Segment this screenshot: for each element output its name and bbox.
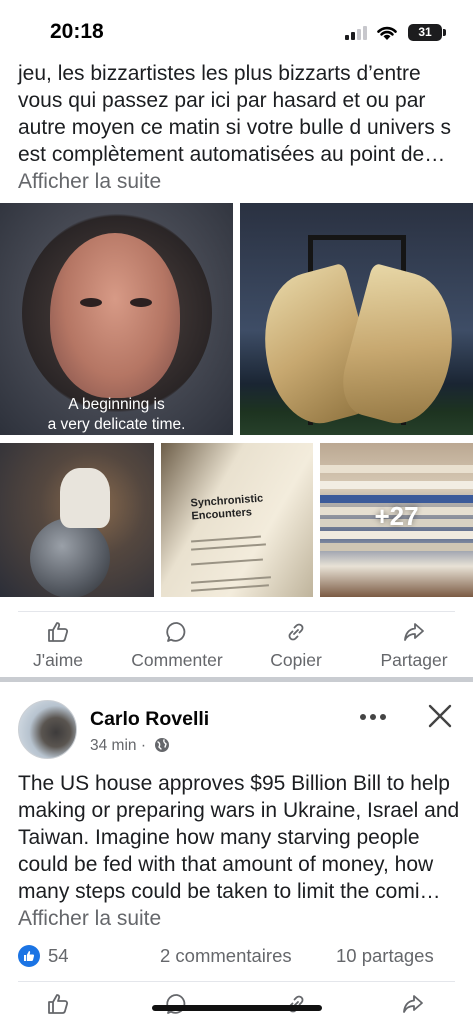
book-spine xyxy=(320,531,473,539)
face-shape xyxy=(50,233,180,398)
post-text-content: jeu, les bizzartistes les plus bizzarts … xyxy=(18,62,452,166)
comment-bubble-icon[interactable] xyxy=(165,992,189,1016)
copy-label: Copier xyxy=(270,650,322,670)
like-label: J'aime xyxy=(32,650,84,670)
meta-separator: · xyxy=(140,737,147,754)
share-arrow-icon[interactable] xyxy=(401,992,425,1016)
share-arrow-icon xyxy=(404,623,424,641)
author-name[interactable]: Carlo Rovelli xyxy=(90,708,209,731)
see-more-link[interactable]: Afficher la suite xyxy=(18,907,161,930)
photo-book-stack[interactable]: +27 xyxy=(320,443,473,597)
battery-icon: 31 xyxy=(408,24,442,41)
divider xyxy=(18,981,455,982)
link-icon[interactable] xyxy=(284,992,308,1016)
globe-icon xyxy=(155,738,170,752)
photo-golden-wings[interactable] xyxy=(240,203,473,435)
shares-count[interactable]: 10 partages xyxy=(336,945,434,967)
see-more-link[interactable]: Afficher la suite xyxy=(18,170,161,193)
text-line xyxy=(191,543,266,551)
divider xyxy=(18,611,455,612)
death-star-shape xyxy=(30,518,110,597)
photo-space-battle[interactable] xyxy=(0,443,154,597)
book-spine xyxy=(320,465,473,473)
photo-woman-portrait[interactable]: A beginning is a very delicate time. xyxy=(0,203,233,435)
status-bar: 20:18 31 xyxy=(0,0,473,60)
post-time[interactable]: 34 min xyxy=(90,737,137,754)
caption-line-2: a very delicate time. xyxy=(47,416,186,433)
share-label: Partager xyxy=(380,650,448,670)
photo-caption: A beginning is a very delicate time. xyxy=(0,395,233,435)
text-line xyxy=(191,576,271,584)
battery-tip xyxy=(443,29,446,36)
eye-left xyxy=(80,298,102,307)
comment-button[interactable]: Commenter xyxy=(122,620,232,671)
share-button[interactable]: Partager xyxy=(372,620,456,671)
status-time: 20:18 xyxy=(50,20,104,43)
book-chapter-title: Synchronistic Encounters xyxy=(190,492,264,523)
link-icon xyxy=(288,623,304,641)
author-avatar[interactable] xyxy=(18,700,77,759)
like-reaction-icon[interactable] xyxy=(18,945,40,967)
book-spine xyxy=(320,481,473,489)
thumbs-up-icon xyxy=(48,622,69,642)
wifi-icon xyxy=(377,26,397,40)
photo-gallery: A beginning is a very delicate time. Syn… xyxy=(0,203,473,597)
text-line xyxy=(191,558,263,566)
post-body-text: jeu, les bizzartistes les plus bizzarts … xyxy=(18,60,463,195)
comments-count[interactable]: 2 commentaires xyxy=(160,945,292,967)
cellular-signal-icon xyxy=(345,26,367,40)
post-meta: 34 min · xyxy=(90,737,170,755)
home-indicator[interactable] xyxy=(152,1005,322,1011)
like-button[interactable]: J'aime xyxy=(26,620,90,671)
text-line xyxy=(191,535,261,543)
comment-bubble-icon xyxy=(166,622,186,642)
photo-book-page[interactable]: Synchronistic Encounters xyxy=(161,443,313,597)
eye-right xyxy=(130,298,152,307)
reactions-row: 54 2 commentaires 10 partages xyxy=(18,944,455,970)
more-photos-count[interactable]: +27 xyxy=(320,501,473,532)
post-separator xyxy=(0,677,473,682)
post-body-text: The US house approves $95 Billion Bill t… xyxy=(18,770,463,932)
more-options-icon[interactable] xyxy=(360,712,390,722)
text-line xyxy=(191,584,269,592)
figure-shape xyxy=(60,468,110,528)
thumbs-up-icon[interactable] xyxy=(46,992,70,1016)
post-text-content: The US house approves $95 Billion Bill t… xyxy=(18,772,460,903)
comment-label: Commenter xyxy=(131,650,223,670)
caption-line-1: A beginning is xyxy=(68,396,165,413)
book-spine xyxy=(320,543,473,551)
like-count[interactable]: 54 xyxy=(48,945,69,967)
close-icon[interactable] xyxy=(427,703,453,729)
post-actions-bar: J'aime Commenter Copier Partager xyxy=(0,620,473,670)
copy-button[interactable]: Copier xyxy=(264,620,328,671)
